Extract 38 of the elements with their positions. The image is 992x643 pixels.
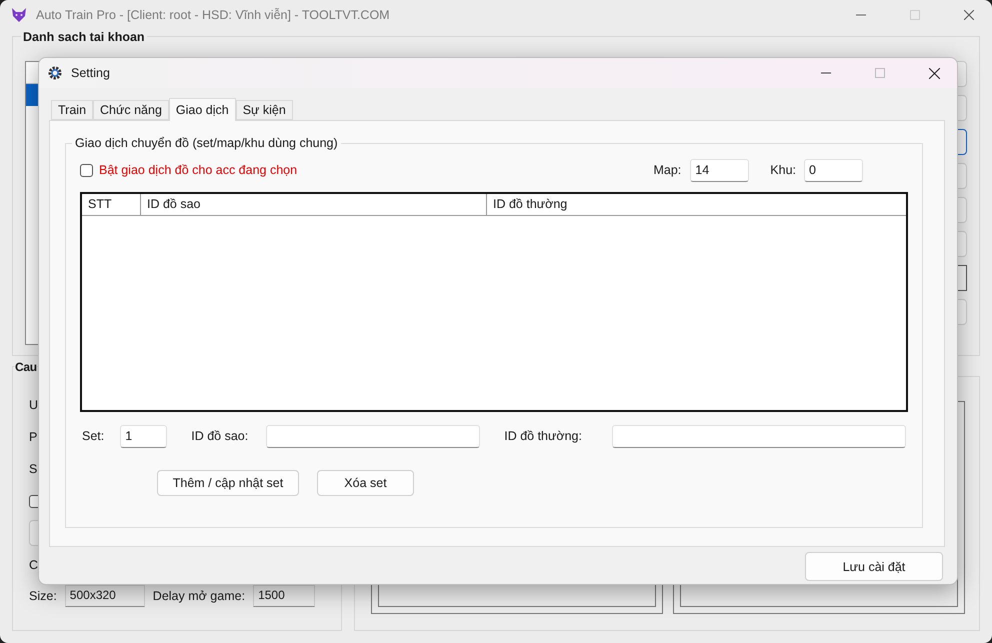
save-settings-button[interactable]: Lưu cài đặt <box>805 552 943 581</box>
delay-field[interactable]: 1500 <box>253 585 316 607</box>
delay-label: Delay mở game: <box>152 589 246 603</box>
size-label: Size: <box>29 589 57 603</box>
window-title: Auto Train Pro - [Client: root - HSD: Vĩnh viễn] - TOOLTVT.COM <box>36 8 390 22</box>
gear-icon <box>47 65 63 81</box>
group-title: Giao dịch chuyển đồ (set/map/khu dùng chung) <box>72 136 341 150</box>
normal-id-field[interactable] <box>612 424 906 448</box>
tab[interactable]: Chức năng <box>93 100 169 120</box>
add-update-set-button[interactable]: Thêm / cập nhật set <box>157 470 299 496</box>
group-title: Cau <box>15 360 37 374</box>
khu-label: Khu: <box>770 163 796 177</box>
field-label: U <box>29 398 38 412</box>
column-header: ID đồ sao <box>141 194 487 215</box>
khu-field[interactable]: 0 <box>804 158 863 182</box>
map-label: Map: <box>653 163 682 177</box>
tab[interactable]: Sự kiện <box>236 100 293 120</box>
field-label: C <box>29 558 38 572</box>
size-field[interactable]: 500x320 <box>64 585 145 607</box>
delete-set-button[interactable]: Xóa set <box>317 470 414 496</box>
star-id-label: ID đồ sao: <box>191 429 248 443</box>
wolf-head-icon <box>10 6 28 24</box>
close-icon[interactable] <box>964 10 974 20</box>
set-field[interactable]: 1 <box>120 424 168 448</box>
map-field[interactable]: 14 <box>690 158 750 182</box>
column-header: STT <box>82 194 141 215</box>
close-icon[interactable] <box>928 68 940 78</box>
column-header: ID đồ thường <box>492 196 568 213</box>
dialog-title: Setting <box>71 66 110 80</box>
field-label: P <box>29 430 38 444</box>
set-label: Set: <box>82 429 104 443</box>
enable-trade-checkbox[interactable]: Bật giao dịch đồ cho acc đang chọn <box>80 163 298 177</box>
tab[interactable]: Train <box>51 100 94 120</box>
field-label: S <box>29 462 38 476</box>
star-id-field[interactable] <box>266 424 480 448</box>
normal-id-label: ID đồ thường: <box>504 429 582 443</box>
group-title: Danh sach tai khoan <box>21 30 147 44</box>
tab[interactable]: Giao dịch <box>168 98 236 121</box>
